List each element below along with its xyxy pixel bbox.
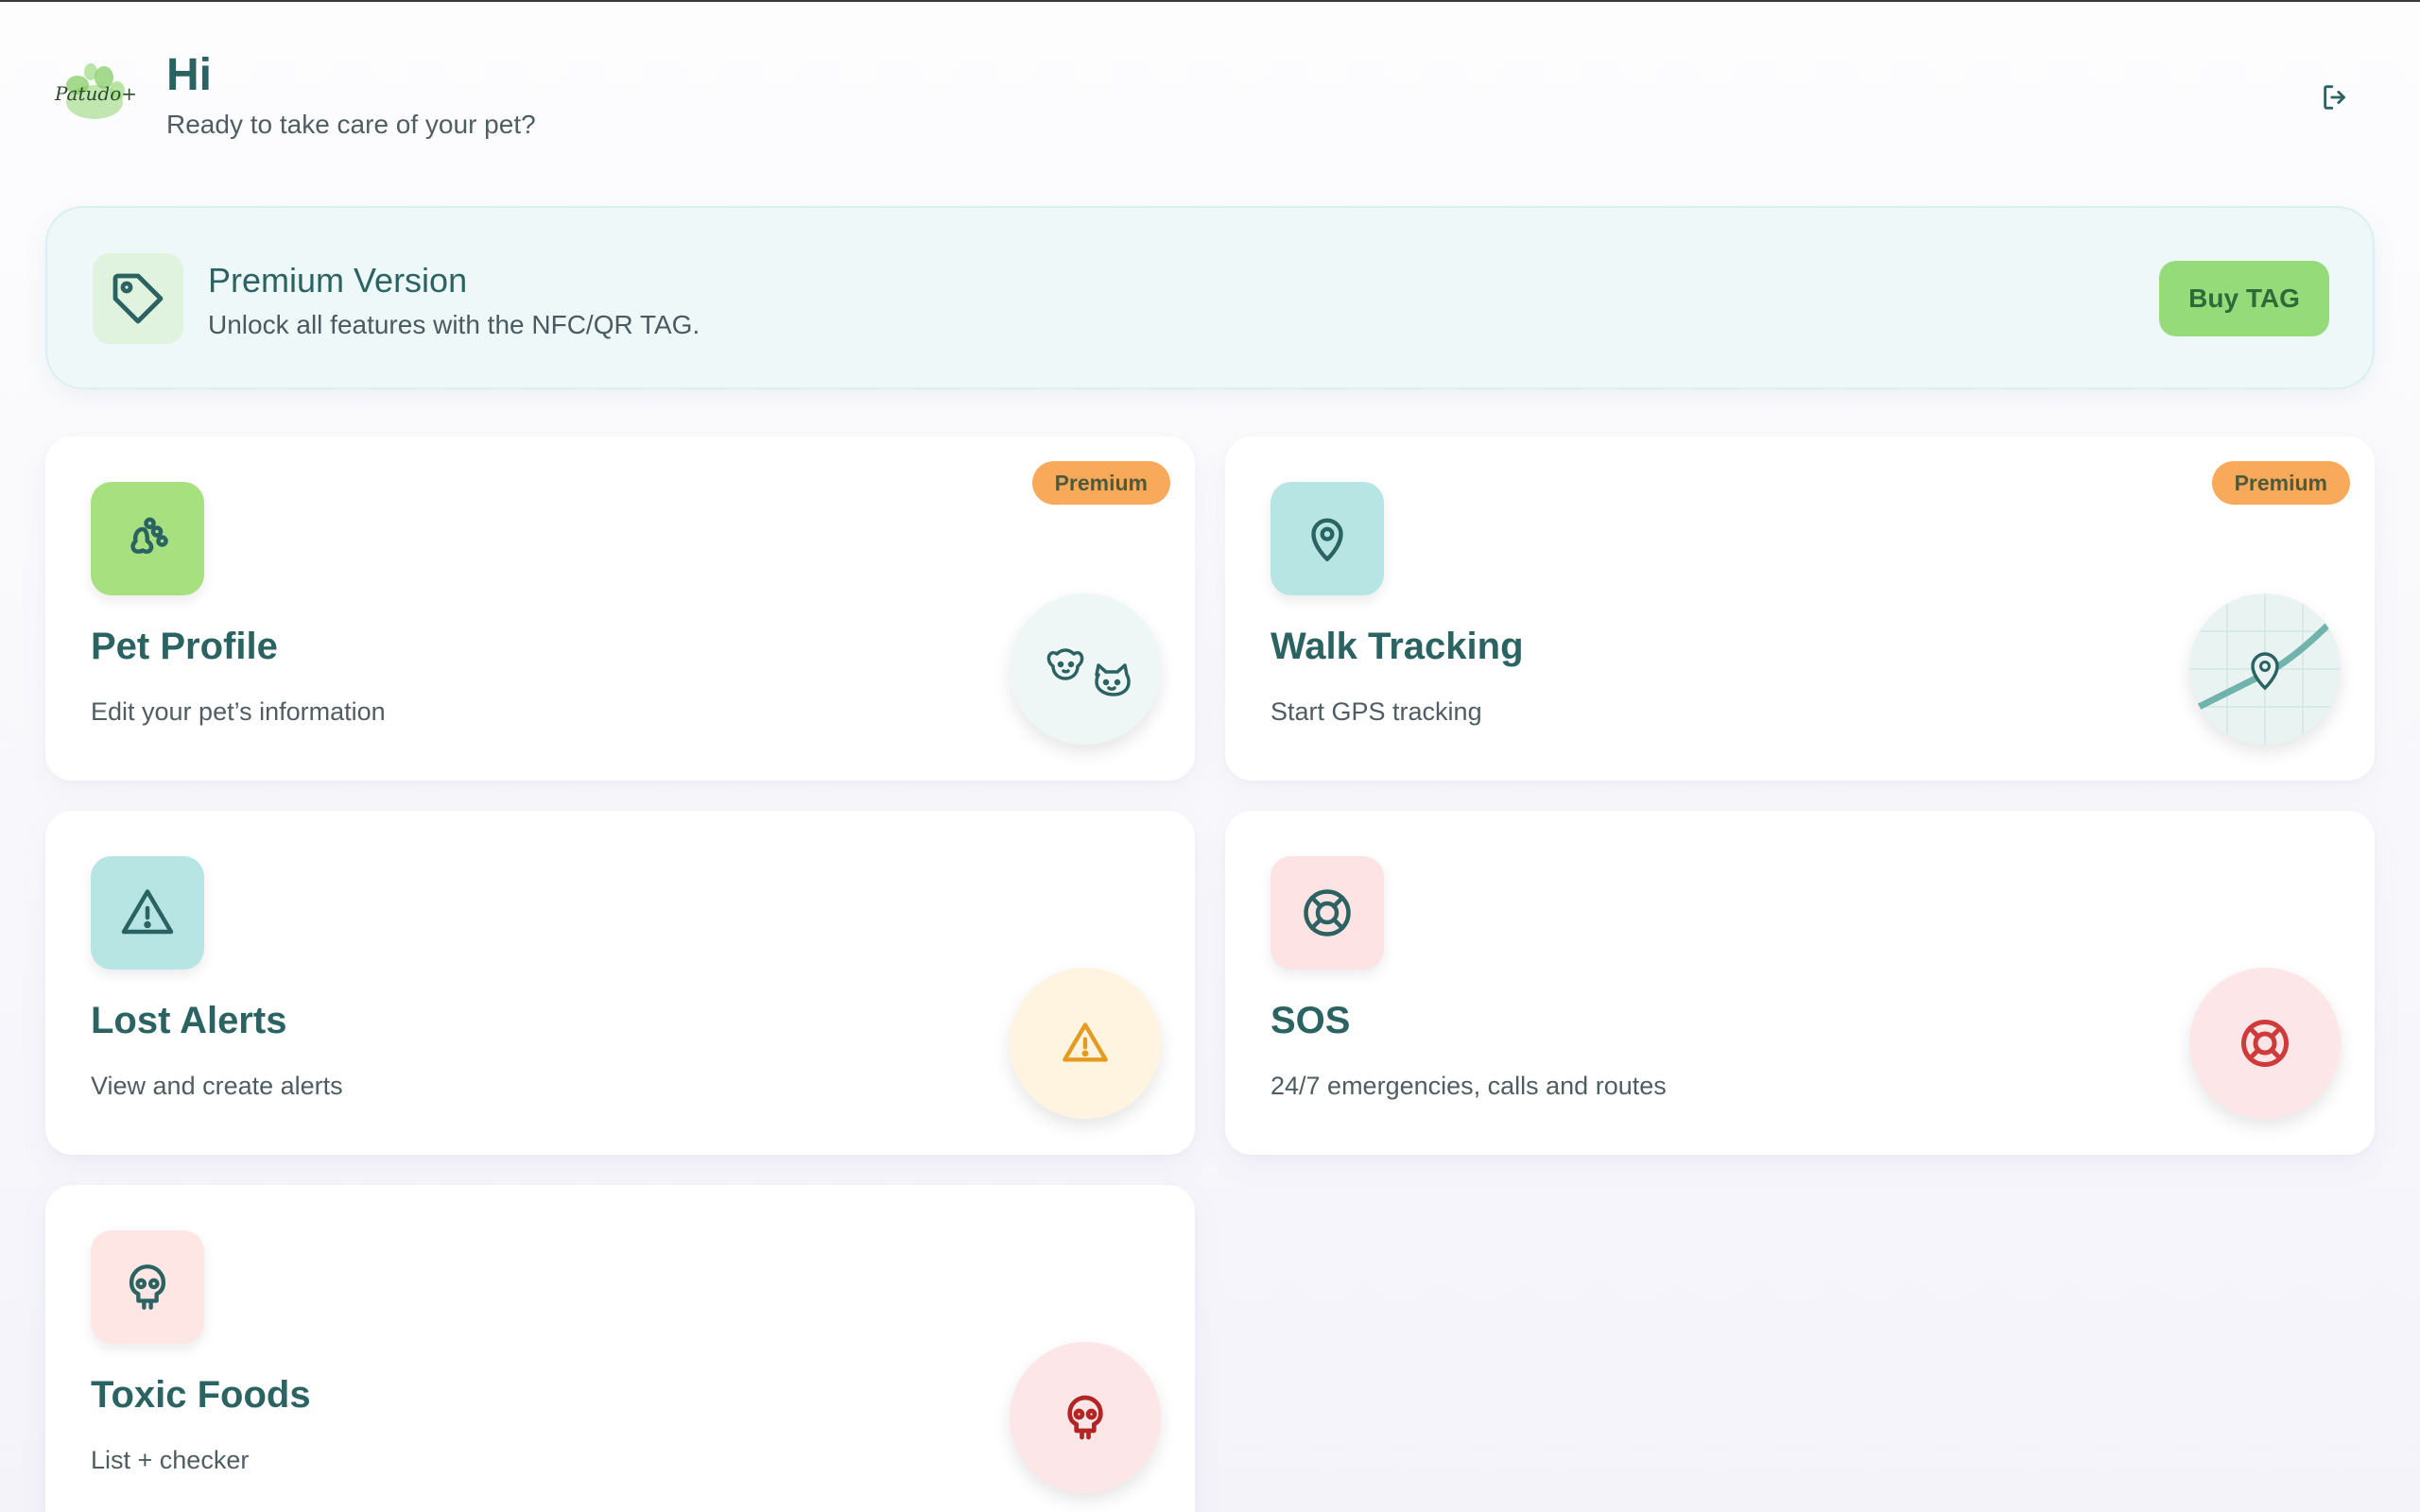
card-subtitle: Edit your pet’s information <box>91 697 386 726</box>
skull-icon <box>1010 1342 1161 1493</box>
banner-title: Premium Version <box>208 261 468 300</box>
premium-banner: Premium Version Unlock all features with… <box>45 206 2375 389</box>
banner-subtitle: Unlock all features with the NFC/QR TAG. <box>208 310 700 339</box>
tag-icon <box>93 253 183 344</box>
premium-badge: Premium <box>1031 461 1170 505</box>
card-subtitle: 24/7 emergencies, calls and routes <box>1270 1072 1667 1100</box>
card-title: Walk Tracking <box>1270 626 1524 667</box>
logo-text: Patudo+ <box>54 82 136 105</box>
card-lost-alerts[interactable]: Lost Alerts View and create alerts <box>45 811 1195 1155</box>
buy-tag-button[interactable]: Buy TAG <box>2159 261 2329 336</box>
patudo-logo: Patudo+ <box>49 57 137 125</box>
card-title: Pet Profile <box>91 626 278 667</box>
alert-triangle-icon <box>1010 968 1161 1119</box>
logout-icon[interactable] <box>2320 81 2352 113</box>
card-toxic-foods[interactable]: Toxic Foods List + checker <box>45 1185 1195 1512</box>
greeting-subtitle: Ready to take care of your pet? <box>166 110 536 139</box>
card-sos[interactable]: SOS 24/7 emergencies, calls and routes <box>1225 811 2375 1155</box>
paw-icon <box>91 482 204 595</box>
card-title: Lost Alerts <box>91 1000 287 1041</box>
premium-badge: Premium <box>2211 461 2350 505</box>
dog-cat-icon <box>1010 593 1161 745</box>
header: Patudo+ Hi Ready to take care of your pe… <box>0 2 2420 181</box>
greeting-title: Hi <box>166 50 212 100</box>
card-subtitle: Start GPS tracking <box>1270 697 1482 726</box>
card-title: Toxic Foods <box>91 1374 311 1416</box>
card-subtitle: List + checker <box>91 1446 250 1474</box>
map-route-icon <box>2189 593 2341 745</box>
card-title: SOS <box>1270 1000 1351 1041</box>
alert-triangle-icon <box>91 856 204 970</box>
card-walk-tracking[interactable]: Premium Walk Tracking Start GPS tracking <box>1225 437 2375 781</box>
card-pet-profile[interactable]: Premium Pet Profile Edit your pet’s info… <box>45 437 1195 781</box>
skull-icon <box>91 1230 204 1344</box>
map-pin-icon <box>1270 482 1384 595</box>
lifebuoy-icon <box>2189 968 2341 1119</box>
lifebuoy-icon <box>1270 856 1384 970</box>
card-subtitle: View and create alerts <box>91 1072 343 1100</box>
